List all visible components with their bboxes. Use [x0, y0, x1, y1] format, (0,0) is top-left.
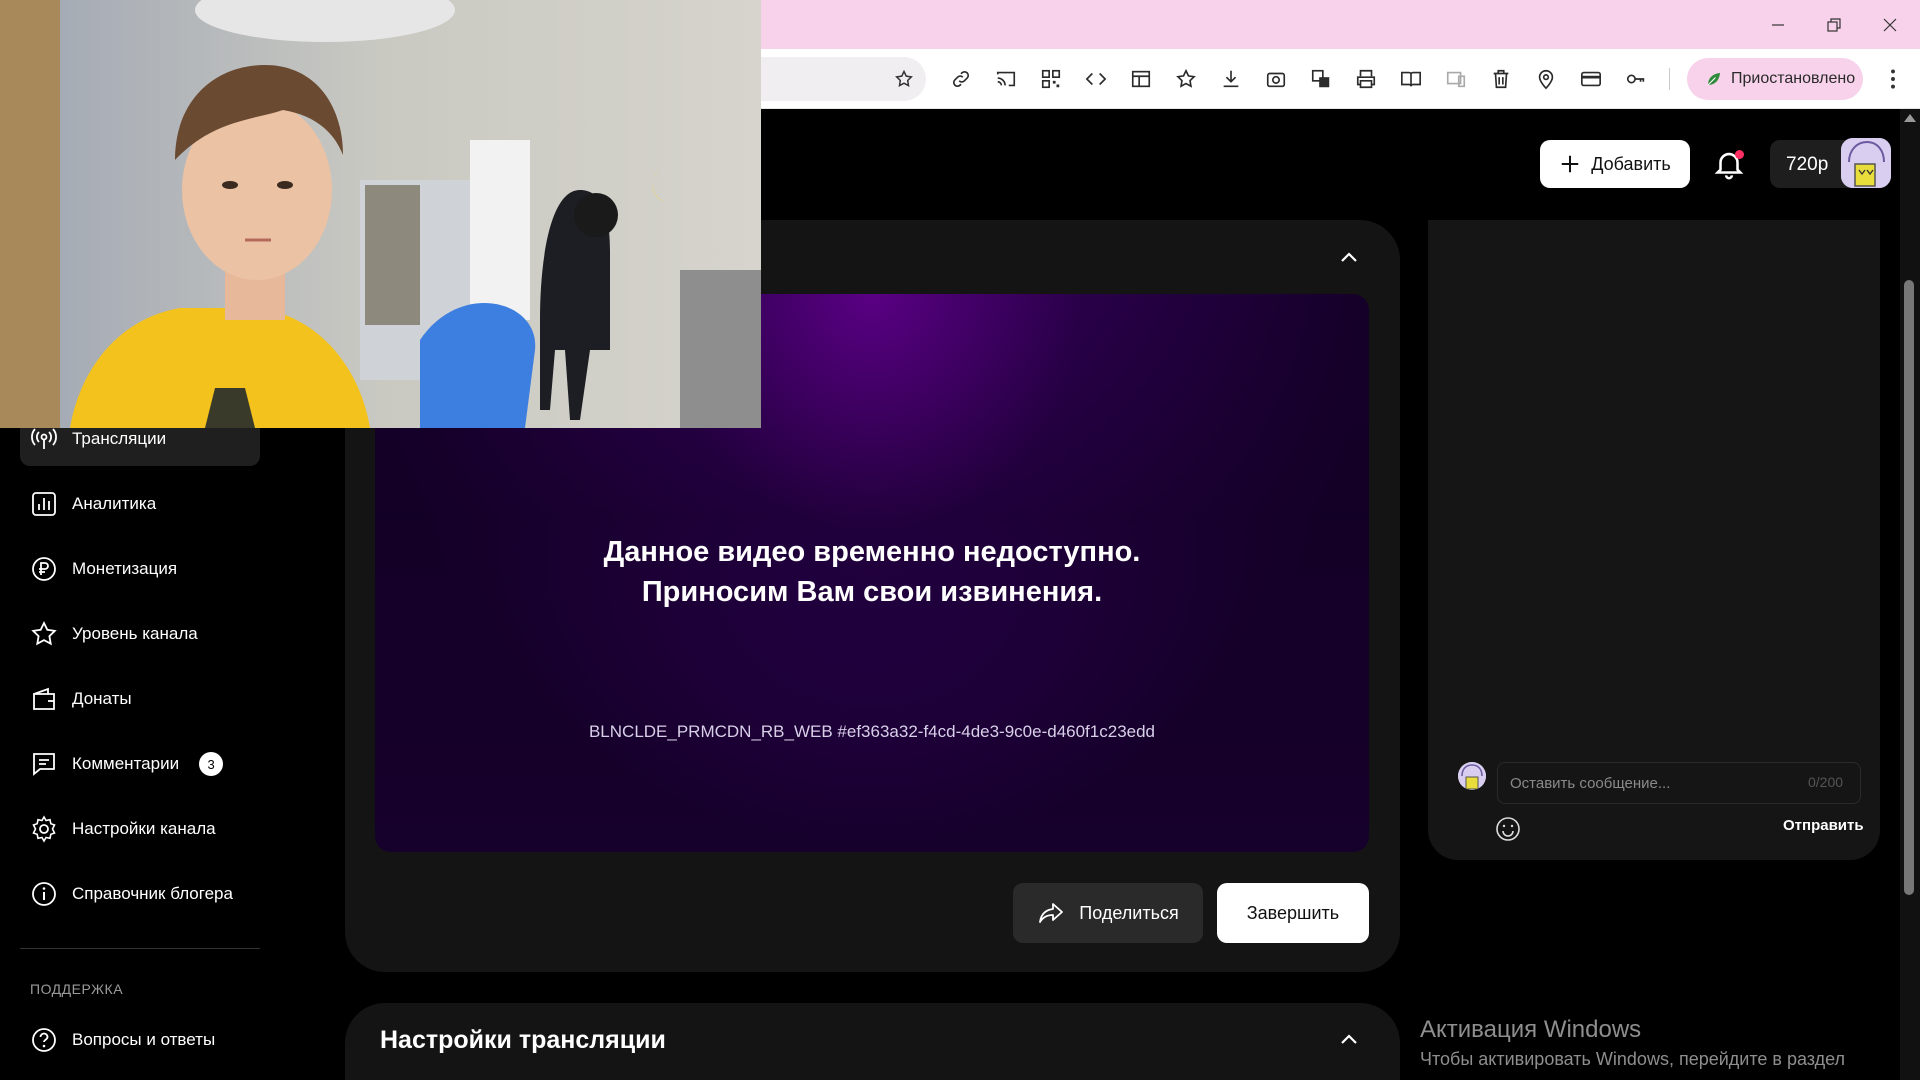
player-error-code: BLNCLDE_PRMCDN_RB_WEB #ef363a32-f4cd-4de… [588, 722, 1156, 741]
device-icon[interactable] [1443, 66, 1469, 92]
finish-button-label: Завершить [1246, 902, 1340, 923]
webcam-overlay[interactable] [0, 0, 761, 428]
add-button-label: Добавить [1591, 153, 1671, 174]
password-key-icon[interactable] [1623, 66, 1649, 92]
restore-icon [1827, 17, 1841, 32]
broadcast-icon [31, 428, 57, 449]
avatar-image [1841, 138, 1891, 188]
close-window-button[interactable] [1862, 0, 1918, 49]
sidebar-item-label: Настройки канала [72, 819, 216, 838]
sidebar-item-blogger-guide[interactable]: Справочник блогера [20, 867, 260, 921]
chevron-up-icon[interactable] [1337, 1028, 1361, 1052]
qr-code-icon[interactable] [1038, 66, 1064, 92]
chat-avatar [1458, 762, 1486, 790]
stream-settings-title: Настройки трансляции [380, 1026, 666, 1054]
star-icon [31, 620, 57, 646]
avatar-image [1458, 762, 1486, 790]
close-icon [1883, 18, 1897, 31]
sidebar-item-comments[interactable]: Комментарии 3 [20, 737, 260, 791]
toolbar-divider [1669, 68, 1670, 90]
sidebar-item-label: Монетизация [72, 559, 178, 578]
sidebar-item-label: Справочник блогера [72, 884, 233, 903]
trash-icon[interactable] [1488, 66, 1514, 92]
sidebar-item-label: Трансляции [72, 429, 167, 448]
info-icon [32, 882, 56, 906]
more-menu-icon[interactable] [1880, 66, 1906, 92]
share-button-label: Поделиться [1079, 902, 1179, 923]
chevron-up-icon[interactable] [1337, 246, 1361, 270]
player-message-line2: Приносим Вам свои извинения. [641, 576, 1103, 608]
player-message-line1: Данное видео временно недоступно. [603, 536, 1141, 568]
ruble-icon [32, 557, 56, 581]
sidebar-item-donations[interactable]: Донаты [20, 672, 260, 726]
share-arrow-icon [1039, 903, 1064, 923]
location-icon[interactable] [1533, 66, 1559, 92]
minimize-icon [1772, 23, 1784, 26]
emoji-icon[interactable] [1494, 815, 1522, 843]
table-icon[interactable] [1128, 66, 1154, 92]
paused-label: Приостановлено [1731, 70, 1856, 87]
question-icon [32, 1028, 56, 1052]
sidebar-item-label: Уровень канала [72, 624, 198, 643]
sidebar-item-label: Вопросы и ответы [72, 1030, 216, 1049]
add-button[interactable]: Добавить [1540, 140, 1690, 188]
quality-label: 720p [1786, 154, 1829, 175]
sidebar-item-label: Донаты [72, 689, 132, 708]
screen: Приостановлено Добавить 720p Трансляции … [0, 0, 1920, 1080]
download-icon[interactable] [1218, 66, 1244, 92]
sidebar-item-analytics[interactable]: Аналитика [20, 477, 260, 531]
plus-icon [1561, 155, 1579, 173]
scroll-up-arrow[interactable] [1904, 114, 1916, 122]
bookmark-star-icon[interactable] [894, 69, 914, 89]
player-error-message: Данное видео временно недоступно. Принос… [375, 532, 1369, 612]
code-icon[interactable] [1083, 66, 1109, 92]
gear-icon [32, 815, 56, 843]
comment-icon [33, 753, 55, 776]
send-button[interactable]: Отправить [1783, 817, 1864, 834]
sidebar-item-label: Комментарии [72, 754, 180, 773]
analytics-icon [32, 492, 56, 516]
share-button[interactable]: Поделиться [1013, 883, 1203, 943]
windows-activation-text: Чтобы активировать Windows, перейдите в … [1420, 1049, 1846, 1069]
webcam-image [0, 0, 761, 428]
sidebar-item-channel-settings[interactable]: Настройки канала [20, 802, 260, 856]
scrollbar-thumb[interactable] [1904, 280, 1914, 895]
sidebar-item-channel-level[interactable]: Уровень канала [20, 607, 260, 661]
address-bar[interactable] [740, 57, 926, 101]
screenshot-icon[interactable] [1263, 66, 1289, 92]
sidebar-item-monetization[interactable]: Монетизация [20, 542, 260, 596]
support-heading: ПОДДЕРЖКА [30, 981, 124, 997]
cast-icon[interactable] [993, 66, 1019, 92]
leaf-icon [1707, 73, 1720, 86]
avatar[interactable] [1841, 138, 1891, 188]
translate-icon[interactable] [1308, 66, 1334, 92]
print-icon[interactable] [1353, 66, 1379, 92]
favorites-icon[interactable] [1173, 66, 1199, 92]
minimize-button[interactable] [1750, 0, 1806, 49]
sidebar-item-label: Аналитика [72, 494, 157, 513]
char-counter: 0/200 [1808, 774, 1844, 790]
reader-mode-icon[interactable] [1398, 66, 1424, 92]
restore-button[interactable] [1806, 0, 1862, 49]
sidebar-divider [20, 948, 260, 949]
comments-count-badge: 3 [199, 752, 224, 776]
chat-message-input[interactable] [1497, 762, 1861, 804]
sidebar-item-faq[interactable]: Вопросы и ответы [20, 1013, 260, 1067]
wallet-icon [33, 687, 55, 710]
credit-card-icon[interactable] [1578, 66, 1604, 92]
windows-activation-title: Активация Windows [1420, 1016, 1642, 1043]
link-icon[interactable] [948, 66, 974, 92]
profile-paused-button[interactable]: Приостановлено [1687, 58, 1863, 100]
notification-dot [1735, 150, 1744, 159]
finish-button[interactable]: Завершить [1217, 883, 1369, 943]
